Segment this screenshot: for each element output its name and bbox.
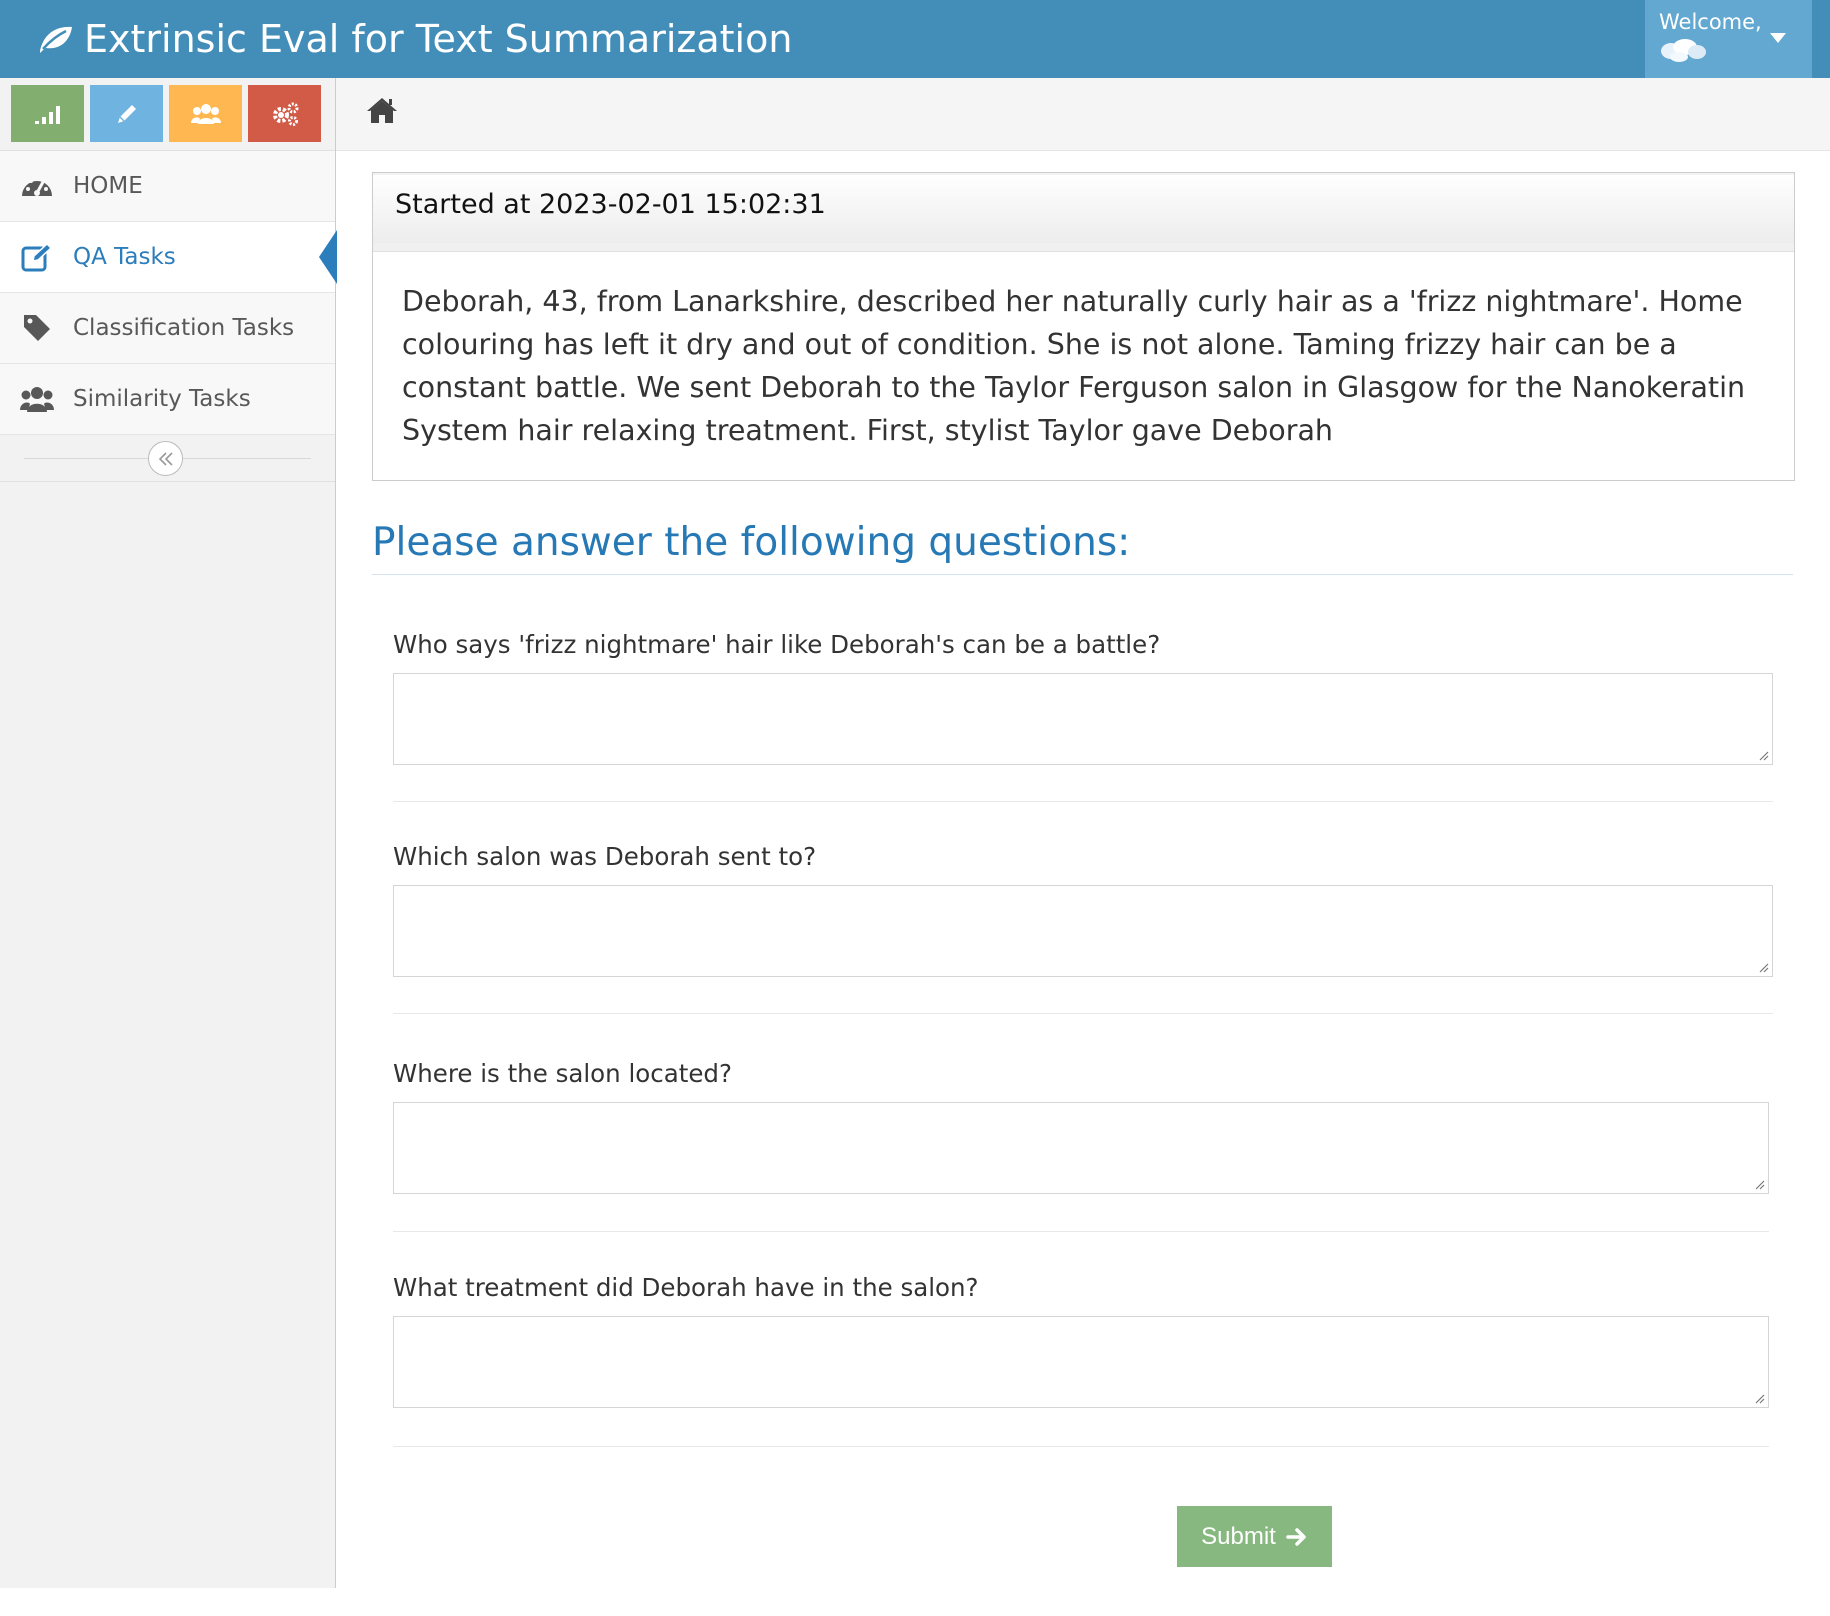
resize-grip-icon[interactable] [1753, 1392, 1765, 1404]
username-redacted [1661, 39, 1706, 62]
sidebar-collapse-button[interactable] [148, 441, 183, 476]
question-label: What treatment did Deborah have in the s… [393, 1273, 979, 1302]
answer-textarea[interactable] [393, 1316, 1769, 1408]
submit-label: Submit [1201, 1522, 1276, 1550]
sidebar-item-label: HOME [73, 173, 143, 199]
answer-textarea[interactable] [393, 1102, 1769, 1194]
breadcrumb [336, 78, 1830, 151]
dashboard-icon [20, 169, 54, 203]
app-brand[interactable]: Extrinsic Eval for Text Summarization [36, 14, 792, 64]
sidebar-item-qa-tasks[interactable]: QA Tasks [0, 222, 337, 293]
shortcut-settings-button[interactable] [248, 85, 321, 142]
leaf-icon [40, 26, 72, 53]
divider [393, 1013, 1773, 1014]
user-menu[interactable]: Welcome, [1645, 0, 1812, 78]
tag-icon [20, 311, 54, 345]
task-widget: Started at 2023-02-01 15:02:31 Deborah, … [372, 172, 1795, 481]
resize-grip-icon[interactable] [1753, 1178, 1765, 1190]
sidebar-item-label: Classification Tasks [73, 315, 295, 341]
arrow-right-icon [1286, 1527, 1306, 1546]
question-label: Where is the salon located? [393, 1059, 732, 1088]
widget-header: Started at 2023-02-01 15:02:31 [373, 173, 1794, 244]
double-angle-left-icon [158, 451, 173, 466]
questions-heading: Please answer the following questions: [372, 520, 1131, 565]
users-icon [190, 103, 221, 124]
shortcut-users-button[interactable] [169, 85, 242, 142]
sidebar-shortcuts [0, 78, 335, 151]
pencil-icon [117, 104, 136, 123]
divider [393, 1446, 1769, 1447]
edit-icon [20, 240, 54, 274]
divider [393, 1231, 1769, 1232]
resize-grip-icon[interactable] [1757, 961, 1769, 973]
sidebar: HOME QA Tasks Classification Tasks Simil… [0, 78, 337, 1588]
active-indicator [319, 230, 337, 284]
article-text: Deborah, 43, from Lanarkshire, described… [402, 285, 1746, 447]
welcome-text: Welcome, [1659, 10, 1762, 34]
shortcut-edit-button[interactable] [90, 85, 163, 142]
users-icon [20, 382, 54, 416]
submit-button[interactable]: Submit [1177, 1506, 1332, 1567]
sidebar-item-classification-tasks[interactable]: Classification Tasks [0, 293, 335, 364]
answer-textarea[interactable] [393, 673, 1773, 765]
sidebar-item-label: Similarity Tasks [73, 386, 251, 412]
app-title: Extrinsic Eval for Text Summarization [84, 17, 793, 61]
breadcrumb-home-link[interactable] [366, 96, 398, 128]
divider [372, 574, 1793, 575]
widget-divider [373, 243, 1794, 252]
resize-grip-icon[interactable] [1757, 749, 1769, 761]
divider [393, 801, 1773, 802]
sidebar-collapse-row [0, 435, 335, 482]
signal-icon [34, 105, 60, 124]
cogs-icon [272, 102, 298, 126]
shortcut-stats-button[interactable] [11, 85, 84, 142]
sidebar-item-home[interactable]: HOME [0, 151, 335, 222]
home-icon [367, 98, 397, 123]
navbar: Extrinsic Eval for Text Summarization We… [0, 0, 1830, 78]
question-label: Which salon was Deborah sent to? [393, 842, 817, 871]
started-at-text: Started at 2023-02-01 15:02:31 [395, 189, 826, 220]
sidebar-item-similarity-tasks[interactable]: Similarity Tasks [0, 364, 335, 435]
answer-textarea[interactable] [393, 885, 1773, 977]
question-label: Who says 'frizz nightmare' hair like Deb… [393, 630, 1161, 659]
caret-down-icon [1770, 33, 1786, 43]
sidebar-item-label: QA Tasks [73, 244, 176, 270]
